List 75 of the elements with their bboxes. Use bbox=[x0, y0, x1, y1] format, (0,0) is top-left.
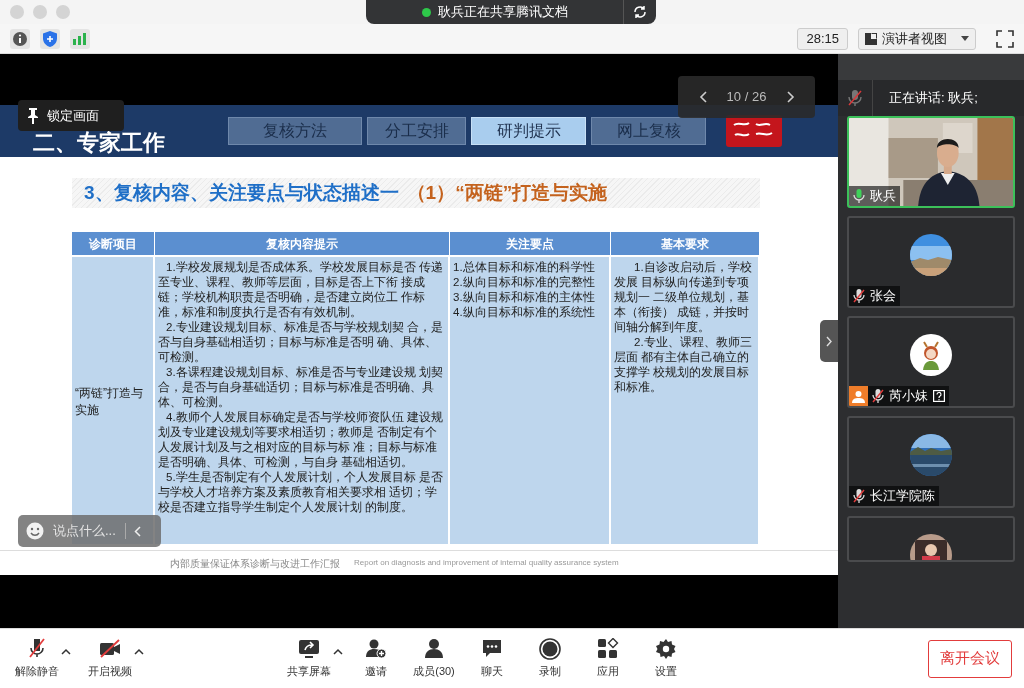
toolbar-button[interactable]: 聊天 bbox=[469, 637, 515, 680]
caret-icon[interactable] bbox=[61, 648, 71, 655]
table-cell-text: 4.纵向目标和标准的系统性 bbox=[453, 305, 596, 320]
settings-icon bbox=[655, 637, 677, 660]
chat-bubble-icon bbox=[481, 637, 503, 660]
toolbar-button[interactable]: 设置 bbox=[643, 637, 689, 680]
chevron-right-icon bbox=[826, 335, 832, 347]
table-cell-text: 4.教师个人发展目标确定是否与学校师资队伍 建设规划及专业建设规划等要求相适切；教师是 否制定有个人发展计划及与之相对应的目标与标 准；目标与标准是否明确、具体、可检测，与自身 基础相适切。 bbox=[158, 410, 444, 470]
table-cell-text: 1.自诊改启动后，学校发展 目标纵向传递到专项规划一 二级单位规划，基本（衔接） 成链，并按时间轴分解到年度。 bbox=[614, 260, 753, 335]
section-heading: 3、复核内容、关注要点与状态描述一 bbox=[84, 180, 399, 205]
table-cell-text: 1.学校发展规划是否成体系。学校发展目标是否 传递至专业、课程、教师等层面，目标是否上下衔 接成链；学校机构职责是否明确，是否建立岗位工 作标准，标准和制度执行是否有有效机制。 bbox=[158, 260, 444, 320]
participant-name: 张会 bbox=[870, 287, 896, 306]
participant-tile[interactable] bbox=[847, 516, 1015, 562]
signal-icon[interactable] bbox=[70, 28, 90, 49]
caret-icon[interactable] bbox=[134, 648, 144, 655]
info-icon[interactable] bbox=[10, 28, 30, 49]
caret-icon[interactable] bbox=[333, 648, 343, 655]
camera-off-icon bbox=[99, 637, 121, 660]
leave-meeting-button[interactable]: 离开会议 bbox=[928, 639, 1012, 678]
share-status-text: 耿兵正在共享腾讯文档 bbox=[437, 3, 568, 22]
table-cell-text: 2.专业建设规划目标、标准是否与学校规划契 合，是否与自身基础相适切；目标与标准是否明 确、具体、可检测。 bbox=[158, 320, 444, 365]
meeting-timer: 28:15 bbox=[797, 27, 848, 50]
participant-tile[interactable]: 芮小妹 bbox=[847, 316, 1015, 408]
view-dropdown[interactable]: 演讲者视图 bbox=[858, 27, 976, 50]
active-speaker-text: 正在讲话: 耿兵; bbox=[889, 89, 978, 108]
table-header-cell: 关注要点 bbox=[450, 232, 611, 255]
muted-microphone-icon bbox=[26, 637, 48, 660]
participant-tile[interactable]: 耿兵 bbox=[847, 116, 1015, 208]
participant-tile[interactable]: 张会 bbox=[847, 216, 1015, 308]
table-cell-text: 2.专业、课程、教师三层面 都有主体自己确立的支撑学 校规划的发展目标和标准。 bbox=[614, 335, 753, 395]
pin-icon bbox=[28, 107, 38, 124]
participant-name: 耿兵 bbox=[870, 187, 896, 206]
toolbar-button[interactable]: 成员(30) bbox=[411, 637, 457, 680]
slide-section-title: 二、专家工作 bbox=[33, 131, 165, 155]
expand-panel-handle[interactable] bbox=[820, 320, 838, 362]
record-icon bbox=[539, 637, 561, 660]
collapse-chevron-icon[interactable] bbox=[134, 525, 141, 537]
view-label: 演讲者视图 bbox=[882, 29, 947, 48]
fullscreen-icon[interactable] bbox=[996, 29, 1014, 48]
table-cell-text: 3.各课程建设规划目标、标准是否与专业建设规 划契合，是否与自身基础适切；目标与标准是否明确、具体、可检测。 bbox=[158, 365, 444, 410]
table-cell-text: “两链”打造与实施 bbox=[75, 385, 144, 419]
toolbar-button[interactable]: 共享屏幕 bbox=[286, 637, 332, 680]
page-counter-text: 10 / 26 bbox=[725, 88, 768, 107]
toolbar-button[interactable]: 开启视频 bbox=[87, 637, 133, 680]
toolbar-button[interactable]: 应用 bbox=[585, 637, 631, 680]
dropdown-caret-icon bbox=[961, 36, 969, 41]
previous-page-icon[interactable] bbox=[698, 91, 707, 103]
toolbar-button[interactable]: 邀请 bbox=[353, 637, 399, 680]
next-page-icon[interactable] bbox=[786, 91, 795, 103]
table-cell-text: 3.纵向目标和标准的主体性 bbox=[453, 290, 596, 305]
emoji-icon[interactable] bbox=[26, 522, 44, 540]
table-header-cell: 复核内容提示 bbox=[155, 232, 450, 255]
table-cell-text: 5.学生是否制定有个人发展计划，个人发展目标 是否与学校人才培养方案及素质教育相关要求相 适切；学校是否建立指导学生制定个人发展计划 的制度。 bbox=[158, 470, 444, 515]
participant-name: 长江学院陈 bbox=[870, 487, 935, 506]
participant-tile[interactable]: 长江学院陈 bbox=[847, 416, 1015, 508]
toolbar-button[interactable]: 录制 bbox=[527, 637, 573, 680]
table-header-cell: 诊断项目 bbox=[72, 232, 155, 255]
slide-tab[interactable]: 研判提示 bbox=[471, 117, 586, 145]
toolbar-button[interactable]: 解除静音 bbox=[14, 637, 60, 680]
table-cell-text: 1.总体目标和标准的科学性 bbox=[453, 260, 596, 275]
refresh-icon[interactable] bbox=[632, 4, 648, 20]
security-shield-icon[interactable] bbox=[40, 28, 60, 49]
layout-icon bbox=[865, 32, 877, 45]
muted-microphone-icon[interactable] bbox=[848, 90, 862, 106]
share-screen-icon bbox=[298, 637, 320, 660]
table-header-cell: 基本要求 bbox=[611, 232, 760, 255]
participant-name: 芮小妹 bbox=[889, 387, 928, 406]
footer-text: 内部质量保证体系诊断与改进工作汇报 bbox=[170, 556, 340, 571]
table-cell-text: 2.纵向目标和标准的完整性 bbox=[453, 275, 596, 290]
apps-icon bbox=[597, 637, 619, 660]
add-person-icon bbox=[365, 637, 387, 660]
section-subheading: （1）“两链”打造与实施 bbox=[406, 180, 608, 205]
lock-screen-tooltip[interactable]: 锁定画面 bbox=[18, 100, 124, 131]
people-icon bbox=[423, 637, 445, 660]
footer-text: Report on diagnosis and improvement of internal quality assurance system bbox=[354, 557, 619, 569]
